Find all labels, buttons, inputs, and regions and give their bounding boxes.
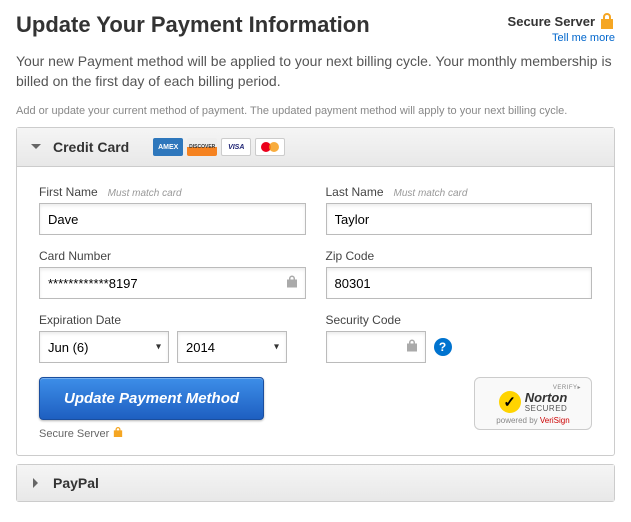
norton-check-icon <box>499 391 521 413</box>
page-title: Update Your Payment Information <box>16 12 370 38</box>
tell-me-more-link[interactable]: Tell me more <box>552 32 615 44</box>
last-name-hint: Must match card <box>394 188 468 199</box>
discover-icon: DISCOVER <box>187 138 217 156</box>
paypal-title: PayPal <box>53 475 99 491</box>
last-name-input[interactable] <box>326 203 593 235</box>
card-number-input[interactable] <box>39 267 306 299</box>
update-payment-button[interactable]: Update Payment Method <box>39 377 264 420</box>
first-name-label: First Name <box>39 185 98 199</box>
secure-label: Secure Server <box>508 14 595 29</box>
exp-year-select[interactable]: 2014 <box>177 331 287 363</box>
norton-badge[interactable]: VERIFY▸ Norton SECURED powered by VeriSi… <box>474 377 592 430</box>
visa-icon: VISA <box>221 138 251 156</box>
subtitle-text: Your new Payment method will be applied … <box>16 52 615 91</box>
norton-verisign: VeriSign <box>540 416 570 425</box>
first-name-hint: Must match card <box>108 188 182 199</box>
norton-brand: Norton <box>525 391 568 404</box>
paypal-header[interactable]: PayPal <box>17 465 614 501</box>
chevron-right-icon <box>29 476 43 490</box>
norton-secured: SECURED <box>525 404 568 413</box>
first-name-input[interactable] <box>39 203 306 235</box>
card-number-label: Card Number <box>39 249 111 263</box>
zip-label: Zip Code <box>326 249 375 263</box>
card-logos: AMEX DISCOVER VISA <box>153 138 285 156</box>
amex-icon: AMEX <box>153 138 183 156</box>
lock-icon <box>406 339 418 356</box>
zip-input[interactable] <box>326 267 593 299</box>
help-icon[interactable]: ? <box>434 338 452 356</box>
lock-icon <box>599 12 615 30</box>
paypal-panel: PayPal <box>16 464 615 502</box>
last-name-label: Last Name <box>326 185 384 199</box>
lock-icon <box>286 275 298 292</box>
credit-card-header[interactable]: Credit Card AMEX DISCOVER VISA <box>17 128 614 167</box>
lock-icon <box>113 426 123 441</box>
secure-footer-label: Secure Server <box>39 428 109 440</box>
exp-month-select[interactable]: Jun (6) <box>39 331 169 363</box>
norton-powered: powered by <box>496 416 540 425</box>
mastercard-icon <box>255 138 285 156</box>
secure-server-badge: Secure Server Tell me more <box>508 12 615 44</box>
credit-card-panel: Credit Card AMEX DISCOVER VISA First Nam… <box>16 127 615 456</box>
expiration-label: Expiration Date <box>39 313 121 327</box>
credit-card-title: Credit Card <box>53 139 129 155</box>
helper-text: Add or update your current method of pay… <box>16 105 615 117</box>
security-code-label: Security Code <box>326 313 401 327</box>
chevron-down-icon <box>29 140 43 154</box>
